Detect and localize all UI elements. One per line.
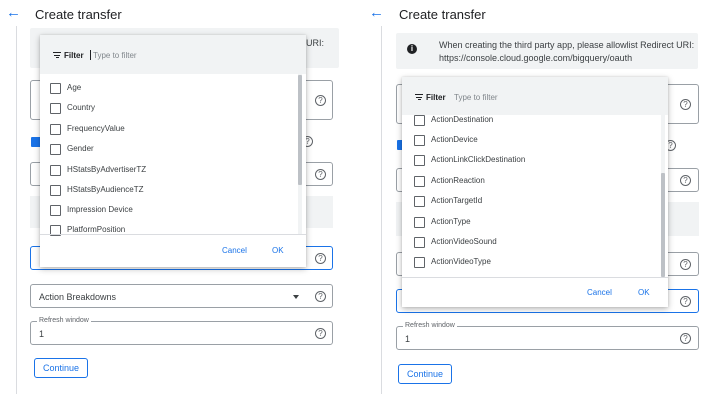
option-label: HStatsByAdvertiserTZ	[67, 165, 147, 174]
option-checkbox[interactable]	[50, 144, 61, 155]
option-label: ActionTargetId	[431, 196, 483, 205]
refresh-window-field[interactable]: Refresh window 1 ?	[30, 317, 333, 345]
option-label: Gender	[67, 144, 94, 153]
refresh-window-label: Refresh window	[403, 322, 457, 329]
refresh-window-value: 1	[39, 329, 45, 339]
back-arrow-icon[interactable]: ←	[6, 5, 21, 20]
help-icon[interactable]: ?	[680, 99, 691, 110]
option-checkbox[interactable]	[414, 217, 425, 228]
filter-lines-icon	[415, 94, 423, 100]
cancel-button[interactable]: Cancel	[587, 288, 612, 297]
option-checkbox[interactable]	[50, 83, 61, 94]
filter-lines-icon	[53, 52, 61, 58]
option-label: Country	[67, 103, 96, 112]
filter-popup: Filter Type to filter ActionDestination …	[402, 77, 668, 307]
filter-label: Filter	[64, 51, 84, 60]
option-label: ActionDestination	[431, 115, 494, 124]
option-checkbox[interactable]	[414, 115, 425, 126]
content-border	[16, 26, 17, 394]
option-label: ActionLinkClickDestination	[431, 155, 526, 164]
action-breakdowns-select[interactable]: Action Breakdowns ?	[30, 284, 333, 308]
left-transfer-panel: ← Create transfer URI: ? ? ? ? Action Br…	[0, 0, 358, 397]
page-title: Create transfer	[399, 7, 486, 22]
ok-button[interactable]: OK	[272, 246, 284, 255]
option-label: PlatformPosition	[67, 225, 126, 234]
option-checkbox[interactable]	[50, 124, 61, 135]
redirect-info-box: i When creating the third party app, ple…	[396, 33, 698, 69]
filter-input[interactable]: Type to filter	[454, 93, 498, 102]
option-checkbox[interactable]	[50, 165, 61, 176]
info-uri-fragment: URI:	[306, 38, 324, 48]
option-label: HStatsByAudienceTZ	[67, 185, 144, 194]
option-label: Age	[67, 83, 82, 92]
refresh-window-value: 1	[405, 334, 411, 344]
option-checkbox[interactable]	[414, 257, 425, 268]
action-breakdowns-value: Action Breakdowns	[39, 292, 117, 302]
filter-header: Filter Type to filter	[402, 77, 668, 115]
option-checkbox[interactable]	[50, 103, 61, 114]
option-label: ActionVideoSound	[431, 237, 497, 246]
ok-button[interactable]: OK	[638, 288, 650, 297]
option-label: FrequencyValue	[67, 124, 125, 133]
cancel-button[interactable]: Cancel	[222, 246, 247, 255]
popup-divider	[402, 277, 668, 278]
help-icon[interactable]: ?	[315, 95, 326, 106]
option-label: ActionReaction	[431, 176, 485, 185]
right-transfer-panel: ← Create transfer i When creating the th…	[358, 0, 717, 397]
continue-button[interactable]: Continue	[398, 364, 452, 384]
scrollbar-thumb[interactable]	[661, 173, 665, 277]
filter-label: Filter	[426, 93, 446, 102]
filter-popup: Filter Type to filter Age Country Freque…	[40, 35, 306, 267]
option-label: ActionVideoType	[431, 257, 491, 266]
filter-input[interactable]: Type to filter	[93, 51, 137, 60]
option-checkbox[interactable]	[50, 185, 61, 196]
option-checkbox[interactable]	[414, 237, 425, 248]
help-icon[interactable]: ?	[680, 175, 691, 186]
option-checkbox[interactable]	[414, 176, 425, 187]
help-icon[interactable]: ?	[680, 333, 691, 344]
refresh-window-field[interactable]: Refresh window 1 ?	[396, 322, 699, 350]
info-icon: i	[407, 44, 417, 54]
info-text-line1: When creating the third party app, pleas…	[439, 40, 695, 50]
option-label: ActionDevice	[431, 135, 478, 144]
caret-down-icon	[293, 295, 299, 299]
scrollbar-thumb[interactable]	[298, 75, 302, 185]
content-border	[381, 26, 382, 394]
filter-header: Filter Type to filter	[40, 35, 306, 74]
option-label: ActionType	[431, 217, 471, 226]
back-arrow-icon[interactable]: ←	[369, 5, 384, 20]
option-checkbox[interactable]	[414, 135, 425, 146]
help-icon[interactable]: ?	[680, 259, 691, 270]
option-checkbox[interactable]	[414, 196, 425, 207]
continue-button[interactable]: Continue	[34, 358, 88, 378]
text-cursor	[90, 50, 91, 60]
option-checkbox[interactable]	[414, 155, 425, 166]
help-icon[interactable]: ?	[315, 253, 326, 264]
popup-divider	[40, 234, 306, 235]
info-text-line2: https://console.cloud.google.com/bigquer…	[439, 53, 633, 63]
option-label: Impression Device	[67, 205, 133, 214]
help-icon[interactable]: ?	[315, 328, 326, 339]
help-icon[interactable]: ?	[315, 169, 326, 180]
option-checkbox[interactable]	[50, 205, 61, 216]
help-icon[interactable]: ?	[315, 291, 326, 302]
refresh-window-label: Refresh window	[37, 317, 91, 324]
help-icon[interactable]: ?	[680, 296, 691, 307]
page-title: Create transfer	[35, 7, 122, 22]
